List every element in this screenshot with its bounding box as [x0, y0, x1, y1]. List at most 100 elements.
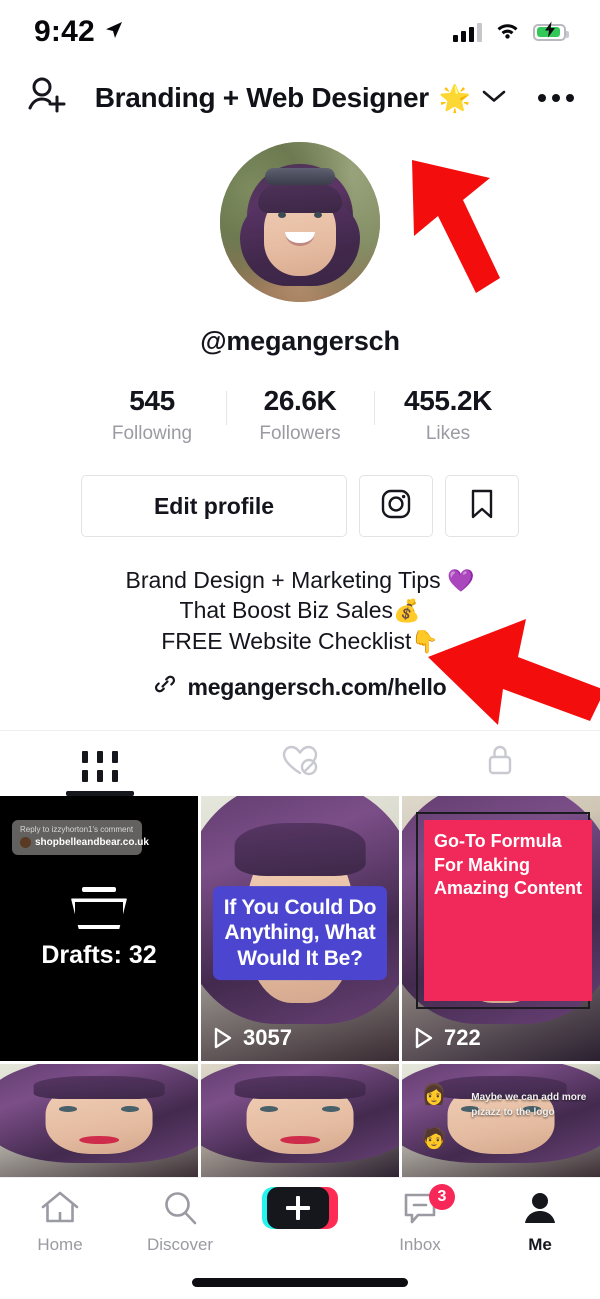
profile-handle: @megangersch	[200, 326, 400, 356]
reply-text: shopbelleandbear.co.uk	[35, 837, 149, 849]
link-text: megangersch.com/hello	[187, 674, 447, 701]
plus-icon	[286, 1196, 310, 1220]
edit-profile-button[interactable]: Edit profile	[81, 475, 347, 537]
nav-discover[interactable]: Discover	[120, 1188, 240, 1255]
purple-heart-emoji: 💜	[447, 568, 475, 593]
video-thumbnail	[0, 1064, 198, 1180]
profile-link[interactable]: megangersch.com/hello	[0, 672, 600, 702]
stat-following[interactable]: 545 Following	[78, 385, 226, 445]
video-tile[interactable]	[0, 1064, 198, 1180]
drafts-tray-icon	[71, 887, 127, 930]
heart-slash-icon	[280, 743, 320, 782]
play-icon	[213, 1027, 233, 1049]
bio-line-3: FREE Website Checklist👇	[0, 626, 600, 656]
instagram-button[interactable]	[359, 475, 433, 537]
view-count: 722	[414, 1025, 481, 1051]
profile-person-icon	[522, 1188, 558, 1228]
view-count-value: 722	[444, 1025, 481, 1051]
drafts-tile[interactable]: Reply to izzyhorton1's comment shopbelle…	[0, 796, 198, 1062]
bookmark-icon	[469, 488, 495, 525]
stat-likes[interactable]: 455.2K Likes	[374, 385, 522, 445]
tiktok-profile-screen: 9:42 Branding + Web Designer 🌟 @meganger…	[0, 0, 600, 1299]
woman-emoji: 👩	[421, 1084, 447, 1107]
video-caption-box: If You Could Do Anything, What Would It …	[213, 885, 387, 981]
stat-value: 26.6K	[263, 385, 337, 416]
video-caption-box: Go-To Formula For Making Amazing Content	[424, 820, 592, 1002]
star-emoji: 🌟	[438, 82, 472, 113]
video-thumbnail	[201, 1064, 399, 1180]
money-bag-emoji: 💰	[393, 598, 421, 624]
stat-value: 545	[129, 385, 175, 416]
lock-icon	[485, 743, 515, 782]
video-grid: Reply to izzyhorton1's comment shopbelle…	[0, 796, 600, 1180]
profile-header: Branding + Web Designer 🌟	[0, 64, 600, 132]
stat-label: Followers	[259, 423, 341, 444]
nav-home[interactable]: Home	[0, 1188, 120, 1255]
bookmark-button[interactable]	[445, 475, 519, 537]
point-down-emoji: 👇	[411, 628, 439, 654]
wifi-icon	[495, 20, 520, 44]
reply-header-text: Reply to izzyhorton1's comment	[20, 825, 134, 835]
inbox-badge: 3	[429, 1184, 455, 1210]
status-bar-left: 9:42	[34, 15, 124, 49]
bio-text: Brand Design + Marketing Tips	[125, 567, 441, 593]
video-tile[interactable]: If You Could Do Anything, What Would It …	[201, 796, 399, 1062]
chevron-down-icon[interactable]	[481, 88, 507, 109]
liked-tab[interactable]	[200, 731, 400, 796]
profile-actions: Edit profile	[0, 475, 600, 537]
profile-stats: 545 Following 26.6K Followers 455.2K Lik…	[0, 385, 600, 445]
nav-me[interactable]: Me	[480, 1188, 600, 1255]
cellular-signal-icon	[453, 22, 482, 42]
videos-tab[interactable]	[0, 731, 200, 797]
more-options-icon[interactable]	[538, 94, 574, 102]
drafts-label: Drafts: 32	[41, 941, 157, 970]
search-icon	[161, 1188, 199, 1228]
video-tile[interactable]: 👩 🧑 Maybe we can add more pizazz to the …	[402, 1064, 600, 1180]
video-caption: Go-To Formula For Making Amazing Content	[434, 831, 582, 899]
avatar[interactable]	[220, 142, 380, 302]
profile-name-dropdown[interactable]: Branding + Web Designer 🌟	[64, 82, 538, 114]
video-caption: If You Could Do Anything, What Would It …	[223, 895, 377, 970]
create-video-button[interactable]	[262, 1187, 338, 1229]
private-tab[interactable]	[400, 731, 600, 796]
stat-label: Following	[111, 423, 193, 444]
video-sticker-text: Maybe we can add more pizazz to the logo	[471, 1090, 594, 1120]
profile-bio: Brand Design + Marketing Tips 💜 That Boo…	[0, 565, 600, 702]
bio-text: FREE Website Checklist	[161, 627, 412, 654]
nav-label: Discover	[146, 1235, 214, 1254]
nav-inbox[interactable]: 3 Inbox	[360, 1184, 480, 1255]
bio-line-2: That Boost Biz Sales💰	[0, 595, 600, 625]
battery-charging-icon	[533, 21, 569, 41]
bio-line-1: Brand Design + Marketing Tips 💜	[0, 565, 600, 595]
link-icon	[153, 672, 177, 702]
home-indicator	[192, 1278, 408, 1287]
profile-tabs	[0, 730, 600, 797]
nav-create[interactable]	[240, 1187, 360, 1235]
status-bar: 9:42	[0, 0, 600, 64]
nav-label: Home	[37, 1235, 83, 1254]
bottom-navigation: Home Discover 3 Inbox Me	[0, 1177, 600, 1299]
status-bar-right	[453, 20, 569, 44]
instagram-icon	[380, 488, 412, 525]
status-time: 9:42	[34, 15, 95, 48]
video-tile[interactable]	[201, 1064, 399, 1180]
nav-label: Me	[528, 1235, 552, 1254]
sticker-line-2: pizazz to the logo	[471, 1107, 555, 1119]
play-icon	[414, 1027, 434, 1049]
nav-label: Inbox	[399, 1235, 441, 1254]
stat-value: 455.2K	[404, 385, 492, 416]
view-count-value: 3057	[243, 1025, 292, 1051]
video-caption-frame: Go-To Formula For Making Amazing Content	[416, 812, 592, 1010]
grid-icon	[82, 751, 118, 783]
sticker-line-1: Maybe we can add more	[471, 1092, 587, 1104]
view-count: 3057	[213, 1025, 292, 1051]
profile-section: @megangersch 545 Following 26.6K Followe…	[0, 132, 600, 702]
video-tile[interactable]: Go-To Formula For Making Amazing Content…	[402, 796, 600, 1062]
reply-sticker: Reply to izzyhorton1's comment shopbelle…	[12, 820, 149, 856]
page-title: Branding + Web Designer	[94, 82, 429, 113]
stat-label: Likes	[425, 423, 471, 444]
stat-followers[interactable]: 26.6K Followers	[226, 385, 374, 445]
inbox-icon: 3	[401, 1184, 455, 1228]
person-emoji: 🧑	[421, 1128, 447, 1151]
reply-avatar	[20, 837, 31, 849]
